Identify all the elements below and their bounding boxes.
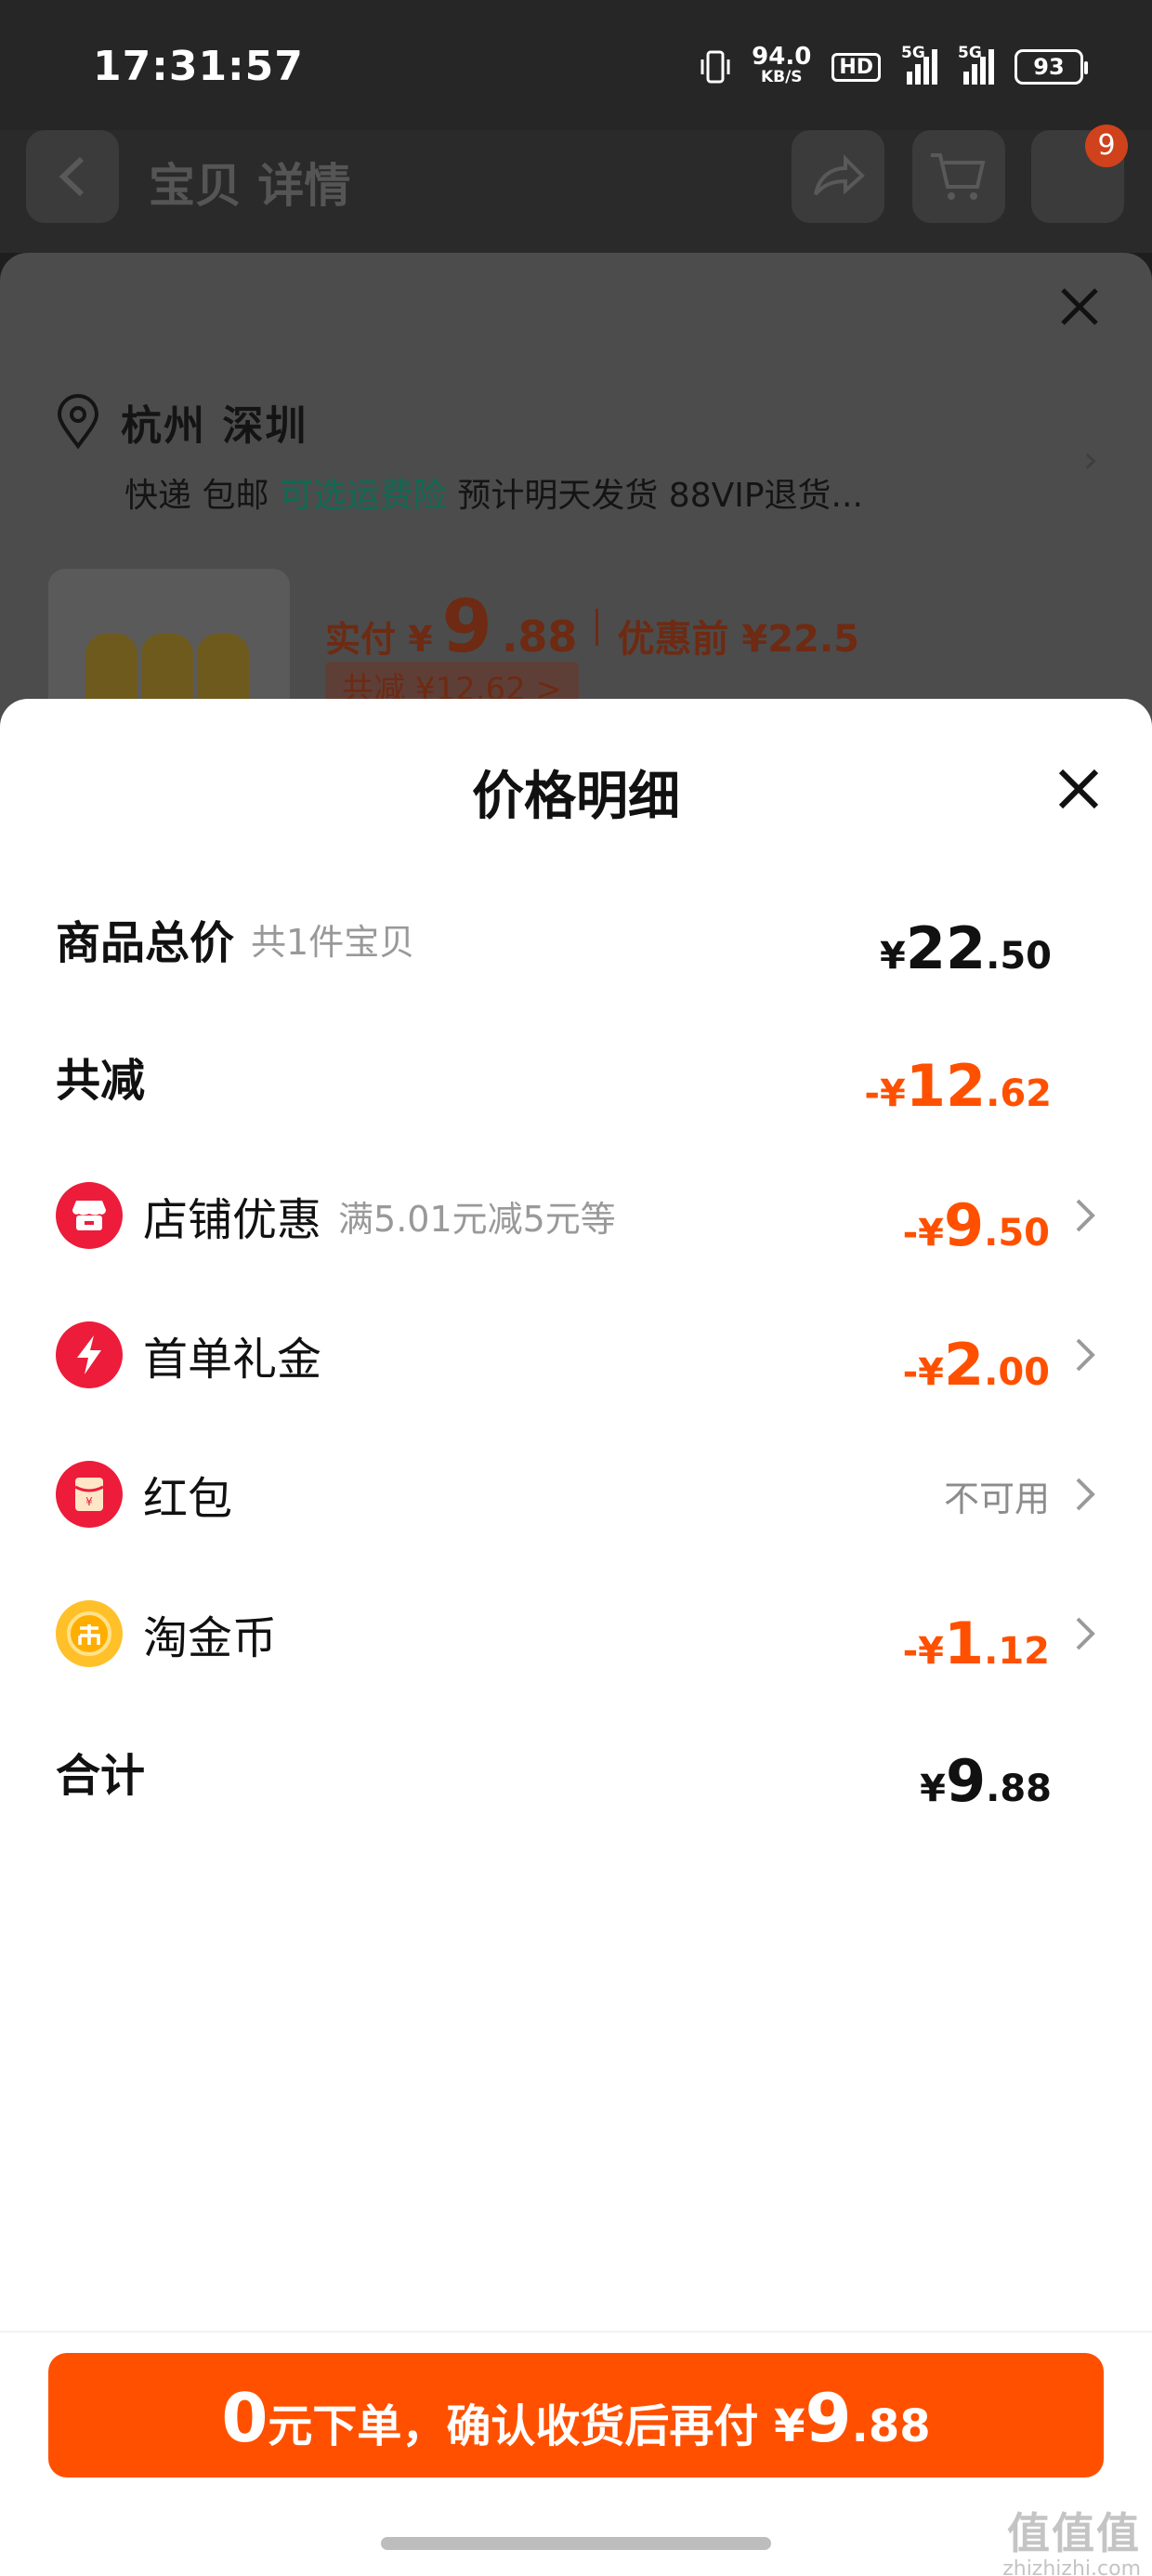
- status-icons: 94.0 KB/S HD 5G 5G 93: [700, 43, 1088, 91]
- row-store-discount[interactable]: 店铺优惠 满5.01元减5元等 -¥ 9.50: [0, 1160, 1152, 1271]
- chevron-right-icon[interactable]: [1074, 1476, 1098, 1513]
- status-time: 17:31:57: [93, 43, 304, 90]
- svg-text:¥: ¥: [85, 1495, 93, 1508]
- row-total-price: 商品总价 共1件宝贝 ¥22.50: [0, 883, 1152, 994]
- more-button[interactable]: 9: [1031, 125, 1128, 223]
- signal-icon-1: 5G: [901, 44, 937, 85]
- share-button[interactable]: [792, 130, 884, 223]
- shipping-address[interactable]: 杭州 深圳: [52, 392, 308, 452]
- row-tao-coin[interactable]: 淘金币 -¥ 1.12: [0, 1578, 1152, 1689]
- header-title: 宝贝 详情: [149, 159, 351, 213]
- sheet-title: 价格明细: [472, 767, 680, 827]
- status-bar: 17:31:57 94.0 KB/S HD 5G 5G 93: [0, 0, 1152, 130]
- cart-count-badge: 9: [1085, 125, 1128, 167]
- store-discount-value: -¥ 9.50: [902, 1191, 1050, 1259]
- sum-value: ¥9.88: [920, 1747, 1052, 1815]
- close-icon[interactable]: [1055, 766, 1102, 812]
- battery-icon: 93: [1015, 49, 1088, 85]
- row-red-packet[interactable]: ¥ 红包 不可用: [0, 1439, 1152, 1550]
- share-icon: [814, 154, 865, 196]
- product-price: 实付 ¥ 9 .88 优惠前 ¥22.5: [325, 585, 859, 669]
- chevron-right-icon[interactable]: [1074, 1615, 1098, 1652]
- back-button[interactable]: [26, 130, 119, 223]
- total-price-value: ¥22.50: [880, 914, 1052, 982]
- store-icon: [56, 1182, 123, 1249]
- shipping-info: 快递 包邮 可选运费险 预计明天发货 88VIP退货...: [124, 477, 863, 515]
- cart-icon: [931, 153, 986, 200]
- first-order-gift-value: -¥ 2.00: [902, 1331, 1050, 1399]
- price-detail-sheet: 价格明细 商品总价 共1件宝贝 ¥22.50 共减 -¥ 12.62 店铺优惠 满…: [0, 699, 1152, 2334]
- lightning-icon: [56, 1321, 123, 1388]
- system-nav-bar: [0, 2526, 1152, 2576]
- location-pin-icon: [57, 394, 99, 450]
- cart-button[interactable]: [912, 130, 1005, 223]
- net-speed: 94.0 KB/S: [752, 43, 812, 86]
- pay-later-button[interactable]: 0 元下单，确认收货后再付 ¥ 9 .88: [48, 2353, 1104, 2477]
- vibrate-icon: [700, 50, 730, 84]
- close-icon[interactable]: [1052, 279, 1107, 335]
- row-first-order-gift[interactable]: 首单礼金 -¥ 2.00: [0, 1299, 1152, 1411]
- hd-badge: HD: [831, 52, 881, 82]
- chevron-right-icon[interactable]: ›: [1083, 439, 1098, 481]
- coin-icon: [56, 1600, 123, 1667]
- chevron-right-icon[interactable]: [1074, 1336, 1098, 1373]
- red-packet-icon: ¥: [56, 1461, 123, 1528]
- tao-coin-value: -¥ 1.12: [902, 1610, 1050, 1677]
- bottom-action-bar: 0 元下单，确认收货后再付 ¥ 9 .88: [0, 2331, 1152, 2526]
- row-sum: 合计 ¥9.88: [0, 1715, 1152, 1827]
- watermark: 值值值 zhizhizhi.com: [1002, 2508, 1141, 2576]
- product-header: 宝贝 详情 9: [0, 125, 1152, 253]
- red-packet-status: 不可用: [943, 1479, 1050, 1519]
- signal-icon-2: 5G: [958, 44, 994, 85]
- chevron-right-icon[interactable]: [1074, 1197, 1098, 1234]
- row-total-discount: 共减 -¥ 12.62: [0, 1020, 1152, 1132]
- home-indicator[interactable]: [381, 2537, 771, 2550]
- back-icon: [59, 156, 85, 197]
- total-discount-value: -¥ 12.62: [864, 1052, 1052, 1120]
